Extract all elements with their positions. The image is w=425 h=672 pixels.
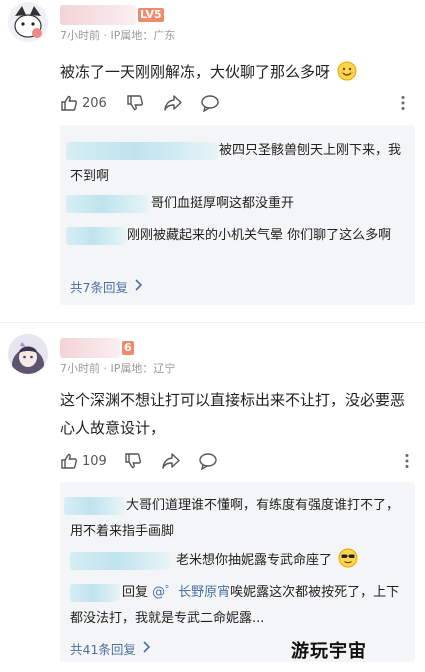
- reply-box: 大哥们道理谁不懂啊，有练度有强度谁打不了，用不着来指手画脚 老米想你抽妮露专武命…: [60, 482, 415, 662]
- more-vertical-icon: [404, 453, 410, 469]
- smile-emoji-icon: [337, 61, 357, 90]
- dislike-button[interactable]: [126, 91, 144, 115]
- reply-item[interactable]: 哥们血挺厚啊这都没重开: [70, 191, 405, 217]
- divider: [0, 322, 425, 323]
- comment-actions: 109: [0, 449, 425, 473]
- sunglasses-emoji-icon: [338, 548, 358, 578]
- share-icon: [161, 452, 181, 470]
- reply-item[interactable]: 大哥们道理谁不懂啊，有练度有强度谁打不了，用不着来指手画脚: [70, 493, 405, 545]
- comment-text: 这个深渊不想让打可以直接标出来不让打，没必要恶心人故意设计，: [60, 391, 406, 437]
- reply-button[interactable]: [198, 449, 218, 473]
- more-options-button[interactable]: [400, 91, 406, 115]
- comment-icon: [198, 452, 218, 470]
- like-count: 206: [82, 95, 107, 111]
- username-blurred[interactable]: [60, 338, 120, 358]
- view-more-replies-link[interactable]: 共7条回复: [70, 277, 143, 296]
- thumbs-down-icon: [124, 452, 142, 470]
- comment-text: 被冻了一天刚刚解冻，大伙聊了那么多呀: [60, 58, 357, 90]
- thumbs-up-icon: [60, 94, 78, 112]
- view-more-replies-link[interactable]: 共41条回复: [70, 639, 151, 658]
- reply-item[interactable]: 刚刚被藏起来的小机关气晕 你们聊了这么多啊: [70, 223, 405, 249]
- level-badge: 6: [122, 341, 134, 355]
- avatar[interactable]: [8, 2, 48, 42]
- comment-icon: [200, 94, 220, 112]
- like-button[interactable]: 109: [60, 449, 107, 473]
- watermark: 游玩宇宙: [291, 641, 367, 662]
- comment-meta: 7小时前 · IP属地：辽宁: [60, 362, 176, 375]
- level-badge: LV5: [138, 8, 164, 22]
- reply-item[interactable]: 被四只圣骸兽刨天上刚下来，我不到啊: [70, 138, 405, 190]
- more-options-button[interactable]: [404, 449, 410, 473]
- thumbs-down-icon: [126, 94, 144, 112]
- chevron-right-icon: [142, 641, 151, 656]
- share-button[interactable]: [161, 449, 181, 473]
- comment-meta: 7小时前 · IP属地：广东: [60, 29, 176, 42]
- share-button[interactable]: [163, 91, 183, 115]
- username-blurred[interactable]: [60, 5, 136, 25]
- comment-1: LV5 7小时前 · IP属地：广东 被冻了一天刚刚解冻，大伙聊了那么多呀 20…: [0, 0, 425, 318]
- like-count: 109: [82, 453, 107, 469]
- like-button[interactable]: 206: [60, 91, 107, 115]
- comment-actions: 206: [0, 91, 425, 115]
- thumbs-up-icon: [60, 452, 78, 470]
- share-icon: [163, 94, 183, 112]
- reply-box: 被四只圣骸兽刨天上刚下来，我不到啊 哥们血挺厚啊这都没重开 刚刚被藏起来的小机关…: [60, 125, 415, 305]
- reply-mention[interactable]: @゜长野原宵: [152, 585, 230, 600]
- more-vertical-icon: [400, 95, 406, 111]
- comment-2: 6 7小时前 · IP属地：辽宁 这个深渊不想让打可以直接标出来不让打，没必要恶…: [0, 330, 425, 662]
- chevron-right-icon: [134, 279, 143, 294]
- reply-button[interactable]: [200, 91, 220, 115]
- dislike-button[interactable]: [124, 449, 142, 473]
- reply-item[interactable]: 回复 @゜长野原宵唉妮露这次都被按死了，上下都没法打，我就是专武二命妮露...: [70, 580, 405, 632]
- avatar[interactable]: [8, 334, 48, 374]
- reply-item[interactable]: 老米想你抽妮露专武命座了: [70, 548, 405, 578]
